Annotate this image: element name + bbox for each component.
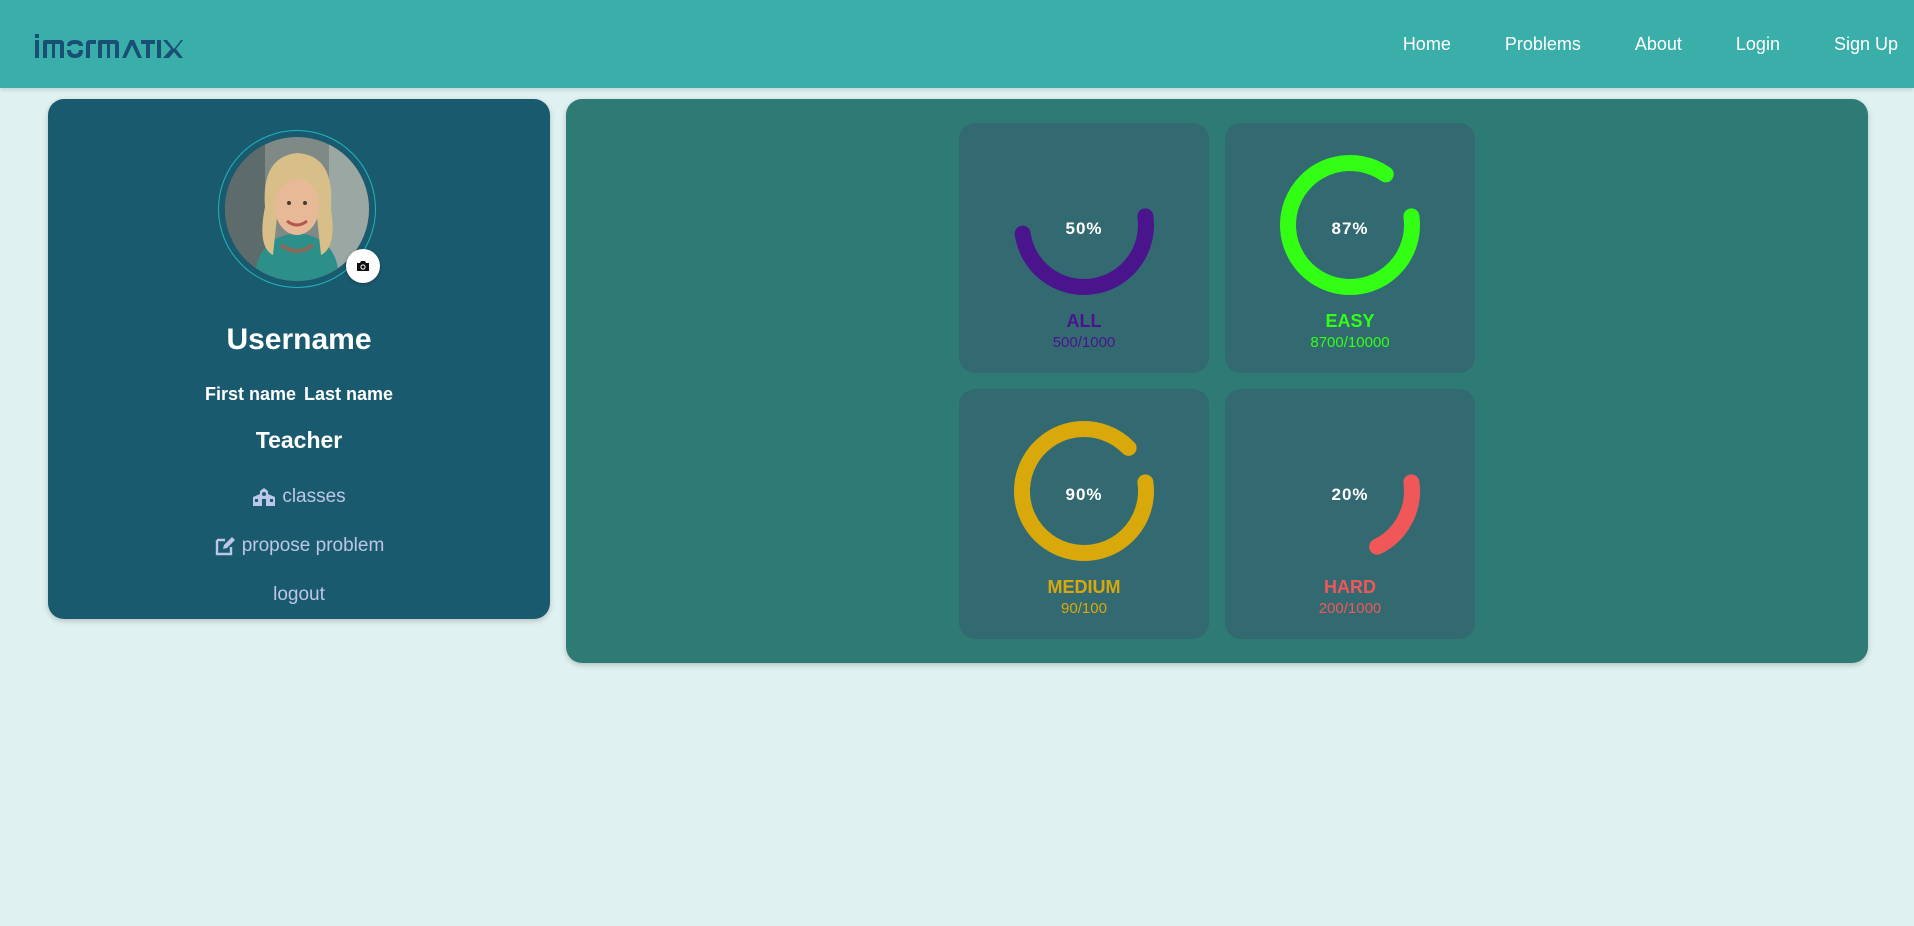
logout-link[interactable]: logout [48,584,550,606]
first-name: First name [204,384,296,404]
stat-card-all: 50% ALL 500/1000 [959,123,1209,373]
full-name: First name Last name [48,384,550,405]
stat-fraction: 500/1000 [1052,334,1116,351]
edit-icon [215,537,235,556]
stat-label: MEDIUM [1047,577,1121,597]
nav-home[interactable]: Home [1403,34,1451,55]
camera-icon [357,261,369,271]
stat-percent: 90% [1065,485,1103,504]
stat-percent: 50% [1065,219,1103,238]
stat-percent: 87% [1331,219,1369,238]
stat-card-hard: 20% HARD 200/1000 [1225,389,1475,639]
stat-fraction: 90/100 [1061,600,1107,617]
stats-panel: 50% ALL 500/1000 87% EASY 8700/10000 90%… [566,99,1868,663]
logout-label: logout [273,584,325,605]
propose-problem-link[interactable]: propose problem [48,535,550,557]
stat-card-medium: 90% MEDIUM 90/100 [959,389,1209,639]
stat-percent: 20% [1331,485,1369,504]
classes-link[interactable]: classes [48,486,550,508]
stat-label: ALL [1066,311,1102,331]
nav-about[interactable]: About [1635,34,1682,55]
stat-label: EASY [1325,311,1375,331]
profile-card: Username First name Last name Teacher cla… [48,99,550,619]
school-icon [253,488,276,506]
nav-login[interactable]: Login [1736,34,1780,55]
brand-logo[interactable] [33,28,183,62]
username: Username [226,323,372,356]
nav-signup[interactable]: Sign Up [1834,34,1898,55]
stat-fraction: 8700/10000 [1310,334,1390,351]
classes-label: classes [282,486,346,507]
last-name: Last name [303,384,394,404]
stat-label: HARD [1324,577,1376,597]
stat-fraction: 200/1000 [1318,600,1382,617]
propose-problem-label: propose problem [241,535,385,556]
user-role: Teacher [255,427,343,453]
change-photo-button[interactable] [346,249,380,283]
nav-links: Home Problems About Login Sign Up [1349,0,1898,88]
nav-problems[interactable]: Problems [1505,34,1581,55]
top-navbar: Home Problems About Login Sign Up [0,0,1914,88]
stat-card-easy: 87% EASY 8700/10000 [1225,123,1475,373]
